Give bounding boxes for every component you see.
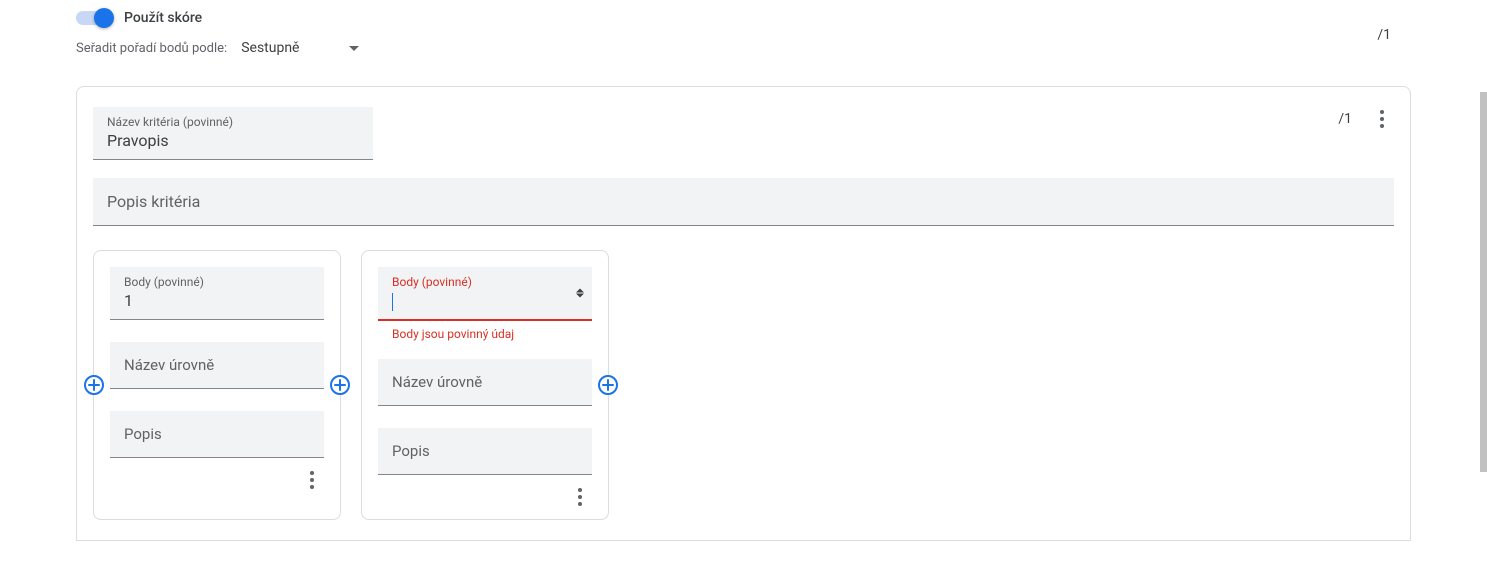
level-name-input[interactable]: Název úrovně [110, 342, 324, 389]
level-points-input[interactable]: Body (povinné) 1 [110, 267, 324, 320]
level-name-input[interactable]: Název úrovně [378, 359, 592, 406]
sort-value: Sestupně [241, 40, 299, 56]
add-level-button[interactable] [598, 375, 618, 395]
level-more-icon[interactable] [568, 485, 592, 509]
add-level-button[interactable] [84, 375, 104, 395]
criterion-title-input[interactable]: Název kritéria (povinné) Pravopis [93, 107, 373, 160]
level-more-icon[interactable] [300, 468, 324, 492]
criterion-score: /1 [1338, 111, 1352, 127]
scrollbar[interactable] [1478, 88, 1487, 543]
number-spinner[interactable] [576, 289, 584, 298]
spinner-up-icon[interactable] [576, 289, 584, 293]
use-score-label: Použít skóre [124, 10, 202, 26]
criterion-card: Název kritéria (povinné) Pravopis /1 Pop… [76, 86, 1411, 541]
level-desc-placeholder: Popis [392, 442, 430, 460]
level-points-value [392, 291, 578, 313]
chevron-down-icon [349, 46, 359, 51]
criterion-title-value: Pravopis [107, 131, 359, 153]
sort-label: Seřadit pořadí bodů podle: [76, 41, 227, 56]
scrollbar-thumb[interactable] [1480, 92, 1487, 472]
add-level-button[interactable] [330, 375, 350, 395]
level-name-placeholder: Název úrovně [392, 373, 482, 391]
level-points-input[interactable]: Body (povinné) [378, 267, 592, 321]
level-points-error: Body jsou povinný údaj [378, 327, 592, 341]
level-desc-input[interactable]: Popis [110, 411, 324, 458]
level-card: Body (povinné) 1 Název úrovně Popis [93, 250, 341, 520]
criterion-desc-input[interactable]: Popis kritéria [93, 178, 1394, 226]
criterion-desc-placeholder: Popis kritéria [107, 192, 200, 211]
level-desc-placeholder: Popis [124, 425, 162, 443]
total-score: /1 [1377, 27, 1391, 43]
toggle-knob [94, 8, 114, 28]
use-score-toggle[interactable] [76, 11, 112, 25]
criterion-title-label: Název kritéria (povinné) [107, 115, 359, 129]
level-points-label: Body (povinné) [124, 275, 310, 289]
criterion-more-icon[interactable] [1370, 107, 1394, 131]
level-points-label: Body (povinné) [392, 275, 578, 289]
level-card: Body (povinné) Body jsou povinný údaj Ná… [361, 250, 609, 520]
rubric-header: Použít skóre Seřadit pořadí bodů podle: … [0, 0, 1487, 66]
spinner-down-icon[interactable] [576, 294, 584, 298]
level-desc-input[interactable]: Popis [378, 428, 592, 475]
level-points-value: 1 [124, 291, 310, 313]
level-name-placeholder: Název úrovně [124, 356, 214, 374]
levels-row: Body (povinné) 1 Název úrovně Popis [93, 250, 1394, 520]
sort-select[interactable]: Sestupně [241, 36, 359, 60]
